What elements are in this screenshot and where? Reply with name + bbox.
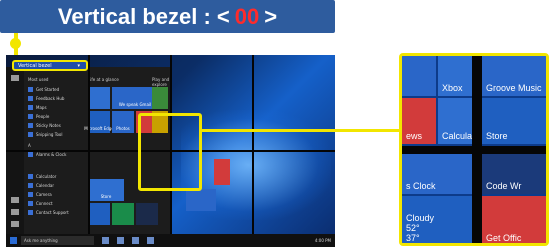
task-view-icon[interactable]	[102, 237, 109, 244]
windows-start-icon[interactable]	[10, 237, 17, 244]
bezel-value[interactable]: 00	[235, 4, 259, 30]
taskbar-clock: 4:00 PM	[314, 238, 331, 243]
chevron-down-icon: ▾	[77, 62, 80, 69]
zoom-tile	[402, 56, 436, 96]
photos-tile[interactable]: Photos	[112, 111, 134, 133]
file-explorer-icon[interactable]	[132, 237, 139, 244]
app-list-item[interactable]: Calculator	[28, 173, 56, 179]
app-list-item[interactable]: Get Started	[28, 86, 59, 92]
increase-arrow[interactable]: >	[264, 4, 277, 30]
zoom-tile: Store	[482, 98, 546, 144]
zoom-tile: Groove Music	[482, 56, 546, 96]
tile-group-heading: Life at a glance	[88, 77, 119, 82]
zoom-focus-box	[138, 113, 202, 191]
app-list-item[interactable]: Maps	[28, 104, 47, 110]
vertical-bezel-highlight-label[interactable]: Vertical bezel ▾	[12, 60, 88, 71]
app-list-item[interactable]: Connect	[28, 200, 53, 206]
weather-tile[interactable]	[186, 189, 216, 211]
settings-icon[interactable]	[11, 209, 19, 215]
weather-zoom-tile: Cloudy 52° 37°	[402, 196, 472, 243]
power-icon[interactable]	[11, 221, 19, 227]
callout-connector	[201, 129, 401, 132]
callout-pin-dot	[10, 38, 21, 49]
music-tile[interactable]	[112, 203, 134, 225]
app-list-item[interactable]: Contact Support	[28, 209, 69, 215]
user-icon[interactable]	[11, 197, 19, 203]
taskbar: Ask me anything 4:00 PM	[6, 234, 335, 247]
zoom-tile: s Clock	[402, 154, 472, 194]
bezel-setting-header: Vertical bezel : < 00 >	[0, 0, 335, 33]
office-tile[interactable]	[214, 159, 230, 185]
most-used-heading: Most used	[28, 77, 49, 82]
skype-tile[interactable]	[88, 203, 110, 225]
xbox-tile[interactable]	[152, 87, 168, 109]
zoom-inset: Xbox Groove Music ews Calcula Store s Cl…	[399, 53, 549, 246]
app-list-item[interactable]: Snipping Tool	[28, 131, 63, 137]
store-icon[interactable]	[147, 237, 154, 244]
app-list-item[interactable]: Calendar	[28, 182, 54, 188]
tile-group-heading: Play and explore	[152, 77, 170, 87]
monitor-screen: Most used Get Started Feedback Hub Maps …	[6, 55, 335, 247]
zoom-tile: Code Wr	[482, 154, 546, 194]
zoom-tile: Get Offic	[482, 196, 546, 243]
app-list-item[interactable]: Camera	[28, 191, 52, 197]
bezel-gap-horizontal	[402, 146, 546, 154]
group-a-heading: A	[28, 143, 31, 148]
app-list-item[interactable]: People	[28, 113, 49, 119]
calendar-tile[interactable]	[88, 87, 110, 109]
hamburger-icon[interactable]	[11, 75, 19, 81]
app-list-item[interactable]: Sticky Notes	[28, 122, 61, 128]
zoom-tile: Xbox	[438, 56, 472, 96]
bezel-setting-label: Vertical bezel : <	[57, 3, 230, 29]
zoom-tile: ews	[402, 98, 436, 144]
search-input[interactable]: Ask me anything	[21, 236, 94, 245]
app-list-item[interactable]: Feedback Hub	[28, 95, 64, 101]
zoom-tile: Calcula	[438, 98, 472, 144]
edge-icon[interactable]	[117, 237, 124, 244]
store-tile[interactable]: Store	[88, 179, 124, 201]
photoshop-tile[interactable]	[136, 203, 158, 225]
edge-tile[interactable]: Microsoft Edge	[84, 111, 114, 133]
